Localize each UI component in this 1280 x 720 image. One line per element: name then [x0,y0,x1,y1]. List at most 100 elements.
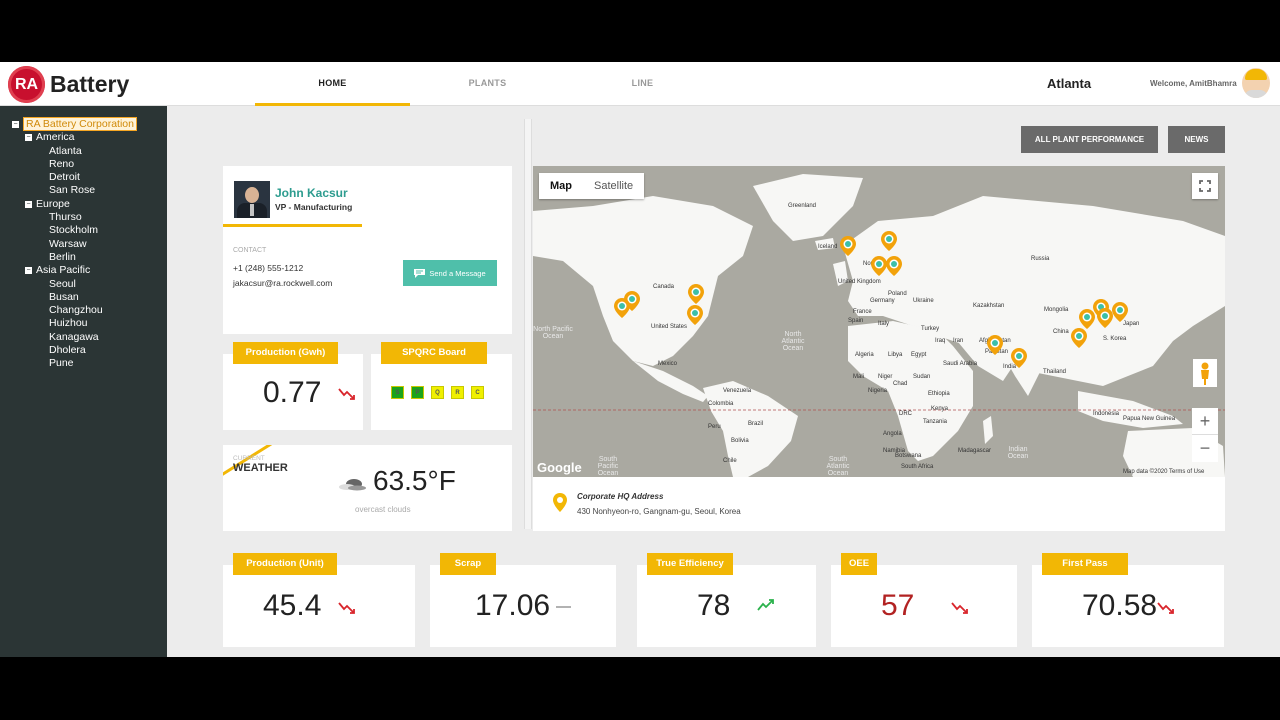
news-button[interactable]: NEWS [1168,126,1225,153]
profile-title: VP - Manufacturing [275,202,353,212]
user-avatar[interactable] [1242,68,1270,98]
map-ocean-label: South Atlantic Ocean [826,456,850,477]
map-type-map[interactable]: Map [539,173,583,199]
fullscreen-button[interactable] [1192,173,1218,199]
profile-name[interactable]: John Kacsur [275,186,348,200]
tree-plant-label: Berlin [49,250,76,263]
collapse-icon[interactable]: − [25,267,32,275]
plant-marker-icon[interactable] [688,284,704,304]
map-country-label: Egypt [911,352,927,358]
collapse-icon[interactable]: − [25,134,32,142]
collapse-icon[interactable]: − [12,121,19,128]
tree-root-label[interactable]: RA Battery Corporation [23,117,137,131]
cloud-icon [339,479,366,491]
plant-marker-icon[interactable] [987,335,1003,355]
plant-marker-icon[interactable] [1079,309,1095,329]
kpi-label: Scrap [440,553,496,575]
collapse-icon[interactable]: − [25,200,32,208]
location-pin-icon [553,493,567,512]
panel-splitter[interactable] [524,119,532,529]
map-country-label: Iceland [818,244,838,250]
kpi-card: Scrap 17.06 [430,553,616,647]
tree-plant-label: Seoul [49,277,76,290]
plant-marker-icon[interactable] [871,256,887,276]
plant-marker-icon[interactable] [687,305,703,325]
tree-region[interactable]: − America [12,131,137,144]
tree-plant-label: Detroit [49,171,80,184]
plant-marker-icon[interactable] [1112,302,1128,322]
all-plant-performance-button[interactable]: ALL PLANT PERFORMANCE [1021,126,1158,153]
tree-plant[interactable]: Seoul [12,278,137,291]
spqrc-box[interactable]: S [391,386,404,399]
map-country-label: Russia [1031,256,1050,262]
send-message-button[interactable]: Send a Message [403,260,497,286]
tree-plant[interactable]: Thurso [12,211,137,224]
tree-region-label: Asia Pacific [36,264,91,277]
kpi-label: Production (Unit) [233,553,337,575]
plant-marker-icon[interactable] [614,298,630,318]
spqrc-box[interactable]: Q [431,386,444,399]
tree-plant[interactable]: San Rose [12,184,137,197]
tree-plant[interactable]: Reno [12,158,137,171]
tree-plant[interactable]: Detroit [12,171,137,184]
tree-plant-label: San Rose [49,184,96,197]
map-type-satellite[interactable]: Satellite [583,173,644,199]
zoom-out-button[interactable]: − [1192,435,1218,462]
spqrc-box[interactable]: P [411,386,424,399]
main-nav: HOME PLANTS LINE [255,62,720,106]
map-country-label: Peru [708,424,721,430]
tree-region-label: Europe [36,197,70,210]
world-map[interactable]: Greenland Iceland Canada United States Mexic… [533,166,1225,477]
tree-plant[interactable]: Dholera [12,344,137,357]
tab-plants[interactable]: PLANTS [410,62,565,106]
spqrc-box[interactable]: C [471,386,484,399]
trend-up-icon [757,599,774,611]
plant-marker-icon[interactable] [886,256,902,276]
map-country-label: Sudan [913,374,931,380]
tab-line[interactable]: LINE [565,62,720,106]
tree-plant[interactable]: Busan [12,291,137,304]
tree-plant-label: Warsaw [49,237,87,250]
email-address[interactable]: jakacsur@ra.rockwell.com [233,278,332,288]
map-country-label: Iraq [935,338,946,344]
zoom-in-button[interactable]: + [1192,408,1218,435]
tree-region[interactable]: − Europe [12,198,137,211]
trend-down-icon [951,602,968,614]
tree-root[interactable]: − RA Battery Corporation [12,117,137,131]
plant-marker-icon[interactable] [1097,308,1113,328]
plant-tree: − RA Battery Corporation − America Atlanta R… [12,117,137,371]
map-ocean-label: South Pacific Ocean [597,456,619,477]
pegman-icon [1201,362,1209,385]
brand-logo[interactable]: RA Battery [8,66,129,103]
map-country-label: Poland [888,291,907,297]
logo-text: Battery [50,71,130,97]
trend-down-icon [338,602,355,614]
tree-plant[interactable]: Pune [12,357,137,370]
tree-plant[interactable]: Atlanta [12,145,137,158]
tab-home[interactable]: HOME [255,62,410,106]
plant-marker-icon[interactable] [1011,348,1027,368]
app-window: RA Battery HOME PLANTS LINE Atlanta Welc… [0,62,1280,657]
tree-plant[interactable]: Changzhou [12,304,137,317]
kpi-card: First Pass Yield 70.58 [1032,553,1224,647]
plant-marker-icon[interactable] [840,236,856,256]
map-ocean-label: North Pacific Ocean [533,326,573,340]
ra-logo-icon: RA [8,66,45,103]
plant-marker-icon[interactable] [1071,328,1087,348]
tree-plant[interactable]: Berlin [12,251,137,264]
map-country-label: Tanzania [923,419,948,425]
kpi-label: First Pass Yield [1042,553,1128,591]
street-view-pegman[interactable] [1193,359,1217,387]
tree-region[interactable]: − Asia Pacific [12,264,137,277]
tree-plant[interactable]: Huizhou [12,317,137,330]
map-ocean-label: Indian Ocean [1007,446,1029,460]
tree-plant-label: Busan [49,290,79,303]
map-attribution[interactable]: Map data ©2020 Terms of Use [1123,469,1204,475]
tree-plant[interactable]: Stockholm [12,224,137,237]
map-country-label: Chile [723,458,737,464]
tree-plant[interactable]: Kanagawa [12,331,137,344]
spqrc-box[interactable]: R [451,386,464,399]
tree-plant[interactable]: Warsaw [12,238,137,251]
plant-marker-icon[interactable] [881,231,897,251]
send-message-label: Send a Message [429,268,486,278]
